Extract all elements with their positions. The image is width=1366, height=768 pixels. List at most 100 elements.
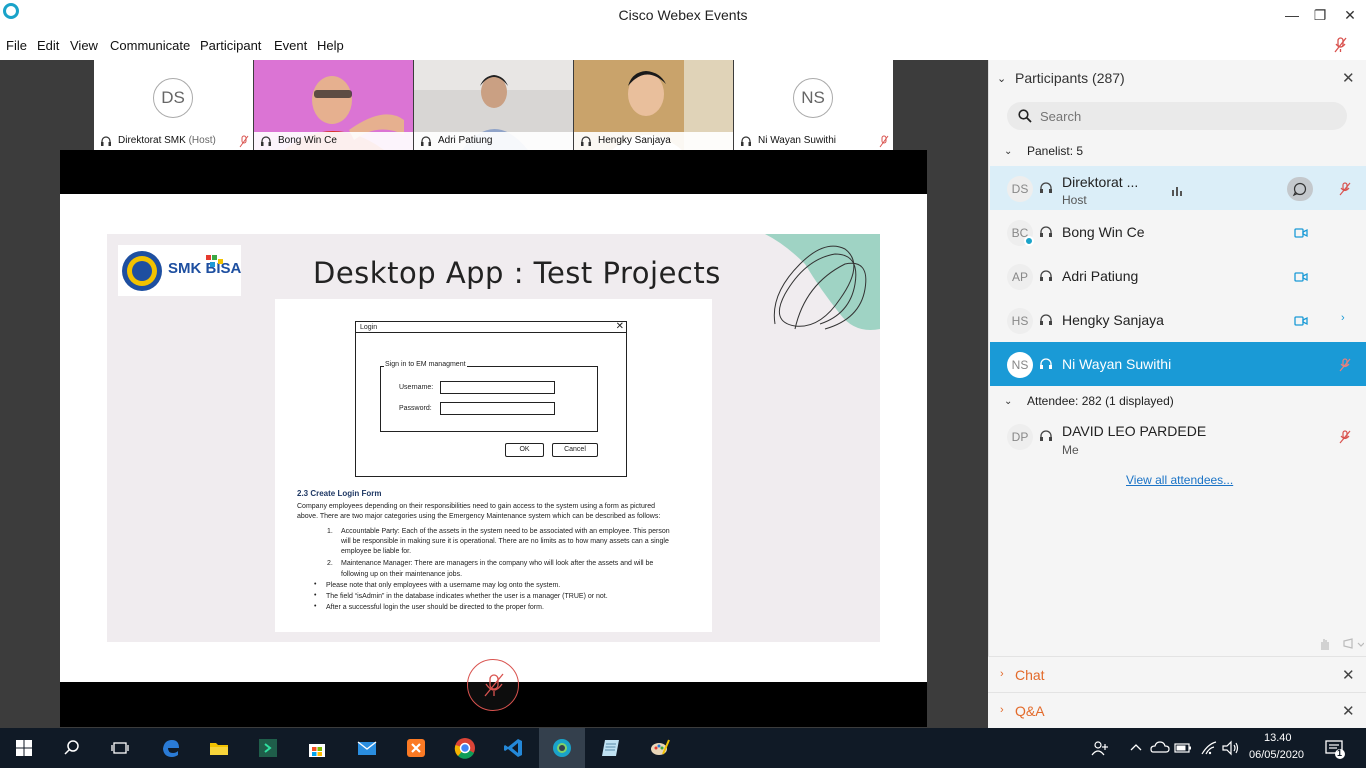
menu-help[interactable]: Help xyxy=(317,38,344,53)
qa-panel-header[interactable]: › Q&A ✕ xyxy=(988,692,1366,728)
notification-center-icon[interactable] xyxy=(1322,736,1346,760)
smk-bisa-hebat-logo: SMK BISA-HEBAT xyxy=(122,251,297,291)
menu-file[interactable]: File xyxy=(6,38,27,53)
thumbnail-label: Direktorat SMK (Host) xyxy=(94,132,253,150)
bullet-marker: • xyxy=(314,581,317,588)
menu-participant[interactable]: Participant xyxy=(200,38,261,53)
wifi-icon[interactable] xyxy=(1196,736,1220,760)
list-item: following up on their maintenance jobs. xyxy=(341,571,463,578)
avatar: DP xyxy=(1007,424,1033,450)
webex-status-icon xyxy=(1024,236,1034,246)
mockup-title: Login xyxy=(360,324,378,331)
participant-row[interactable]: NS Ni Wayan Suwithi xyxy=(990,342,1366,386)
headset-icon xyxy=(1040,226,1052,237)
mockup-group-box: Sign in to EM managment Username: Passwo… xyxy=(380,361,598,432)
thumbnail-label: Adri Patiung xyxy=(414,132,573,150)
search-icon[interactable] xyxy=(60,736,84,760)
thumbnail-label: Bong Win Ce xyxy=(254,132,413,150)
chevron-down-icon[interactable]: ⌄ xyxy=(997,72,1006,85)
raise-hand-icon[interactable] xyxy=(1316,636,1365,652)
close-icon[interactable]: ✕ xyxy=(1335,4,1365,26)
participant-row[interactable]: DS Direktorat ... Host xyxy=(990,166,1366,210)
mute-button[interactable] xyxy=(467,659,519,711)
participant-row[interactable]: AP Adri Patiung xyxy=(990,254,1366,298)
view-all-attendees-link[interactable]: View all attendees... xyxy=(1126,473,1233,487)
muted-mic-icon xyxy=(239,135,249,148)
participant-row[interactable]: BC Bong Win Ce xyxy=(990,210,1366,254)
chat-panel-header[interactable]: › Chat ✕ xyxy=(988,656,1366,692)
mockup-username-field xyxy=(440,381,555,394)
chevron-down-icon[interactable]: ⌄ xyxy=(1004,396,1012,407)
search-input[interactable] xyxy=(1040,106,1330,126)
edge-browser-icon[interactable] xyxy=(159,736,183,760)
participant-row[interactable]: DP DAVID LEO PARDEDE Me xyxy=(990,414,1366,458)
mail-icon[interactable] xyxy=(355,736,379,760)
menu-event[interactable]: Event xyxy=(274,38,307,53)
clock-date[interactable]: 06/05/2020 xyxy=(1249,749,1304,761)
avatar: NS xyxy=(793,78,833,118)
volume-icon[interactable] xyxy=(1219,736,1243,760)
attendee-section-header[interactable]: Attendee: 282 (1 displayed) xyxy=(1027,394,1174,408)
notepad-icon[interactable] xyxy=(599,736,623,760)
xampp-icon[interactable] xyxy=(404,736,428,760)
video-thumbnail[interactable]: NS Ni Wayan Suwithi xyxy=(734,60,893,150)
participant-row[interactable]: HS Hengky Sanjaya › xyxy=(990,298,1366,342)
close-icon[interactable]: ✕ xyxy=(1342,702,1355,720)
paint-icon[interactable] xyxy=(648,736,672,760)
panelist-section-header[interactable]: Panelist: 5 xyxy=(1027,144,1083,158)
close-icon[interactable]: ✕ xyxy=(1342,666,1355,684)
onedrive-icon[interactable] xyxy=(1148,736,1172,760)
headset-icon xyxy=(101,136,111,146)
battery-icon[interactable] xyxy=(1171,736,1195,760)
code-editor-icon[interactable] xyxy=(256,736,280,760)
webex-icon[interactable] xyxy=(550,736,574,760)
qa-label: Q&A xyxy=(1015,703,1045,719)
bullet-item: After a successful login the user should… xyxy=(326,604,544,611)
video-thumbnail[interactable]: DS Direktorat SMK (Host) xyxy=(94,60,253,150)
chat-button[interactable] xyxy=(1287,177,1313,201)
restore-icon[interactable]: ❐ xyxy=(1305,4,1335,26)
bullet-item: The field “isAdmin” in the database indi… xyxy=(326,593,608,600)
windows-start-icon[interactable] xyxy=(12,736,36,760)
muted-mic-icon[interactable] xyxy=(1338,358,1352,372)
chevron-right-icon[interactable]: › xyxy=(1341,312,1345,324)
muted-mic-icon[interactable] xyxy=(1338,182,1352,196)
chrome-icon[interactable] xyxy=(453,736,477,760)
list-number: 1. xyxy=(327,528,333,535)
muted-mic-icon[interactable] xyxy=(1334,37,1348,53)
headset-icon xyxy=(1040,182,1052,193)
chevron-down-icon[interactable]: ⌄ xyxy=(1004,146,1012,157)
headset-icon xyxy=(1040,358,1052,369)
headset-icon xyxy=(581,136,591,146)
people-icon[interactable] xyxy=(1088,736,1112,760)
minimize-icon[interactable]: — xyxy=(1277,4,1307,26)
video-thumbnail[interactable]: Bong Win Ce xyxy=(254,60,413,150)
video-camera-icon xyxy=(1294,272,1308,282)
muted-mic-icon[interactable] xyxy=(1338,430,1352,444)
chat-label: Chat xyxy=(1015,667,1045,683)
chevron-right-icon: › xyxy=(1000,704,1004,716)
vscode-icon[interactable] xyxy=(501,736,525,760)
chevron-up-icon[interactable] xyxy=(1124,736,1148,760)
file-explorer-icon[interactable] xyxy=(207,736,231,760)
close-icon[interactable]: ✕ xyxy=(1342,69,1355,87)
participant-name: DAVID LEO PARDEDE xyxy=(1062,423,1207,439)
thumbnail-name: Direktorat SMK xyxy=(118,135,186,146)
menu-edit[interactable]: Edit xyxy=(37,38,59,53)
mockup-close-icon: ✕ xyxy=(615,321,624,332)
headset-icon xyxy=(1040,430,1052,441)
store-icon[interactable] xyxy=(305,736,329,760)
muted-mic-icon xyxy=(484,673,504,697)
mockup-password-field xyxy=(440,402,555,415)
menu-communicate[interactable]: Communicate xyxy=(110,38,190,53)
mockup-group-title: Sign in to EM managment xyxy=(384,361,467,368)
menu-view[interactable]: View xyxy=(70,38,98,53)
task-view-icon[interactable] xyxy=(108,736,132,760)
list-number: 2. xyxy=(327,560,333,567)
login-mockup: Login ✕ Sign in to EM managment Username… xyxy=(355,321,627,477)
clock-time[interactable]: 13.40 xyxy=(1264,732,1292,744)
video-thumbnail[interactable]: Hengky Sanjaya xyxy=(574,60,733,150)
video-thumbnail[interactable]: Adri Patiung xyxy=(414,60,573,150)
host-tag: (Host) xyxy=(188,135,216,146)
video-camera-icon xyxy=(1294,316,1308,326)
